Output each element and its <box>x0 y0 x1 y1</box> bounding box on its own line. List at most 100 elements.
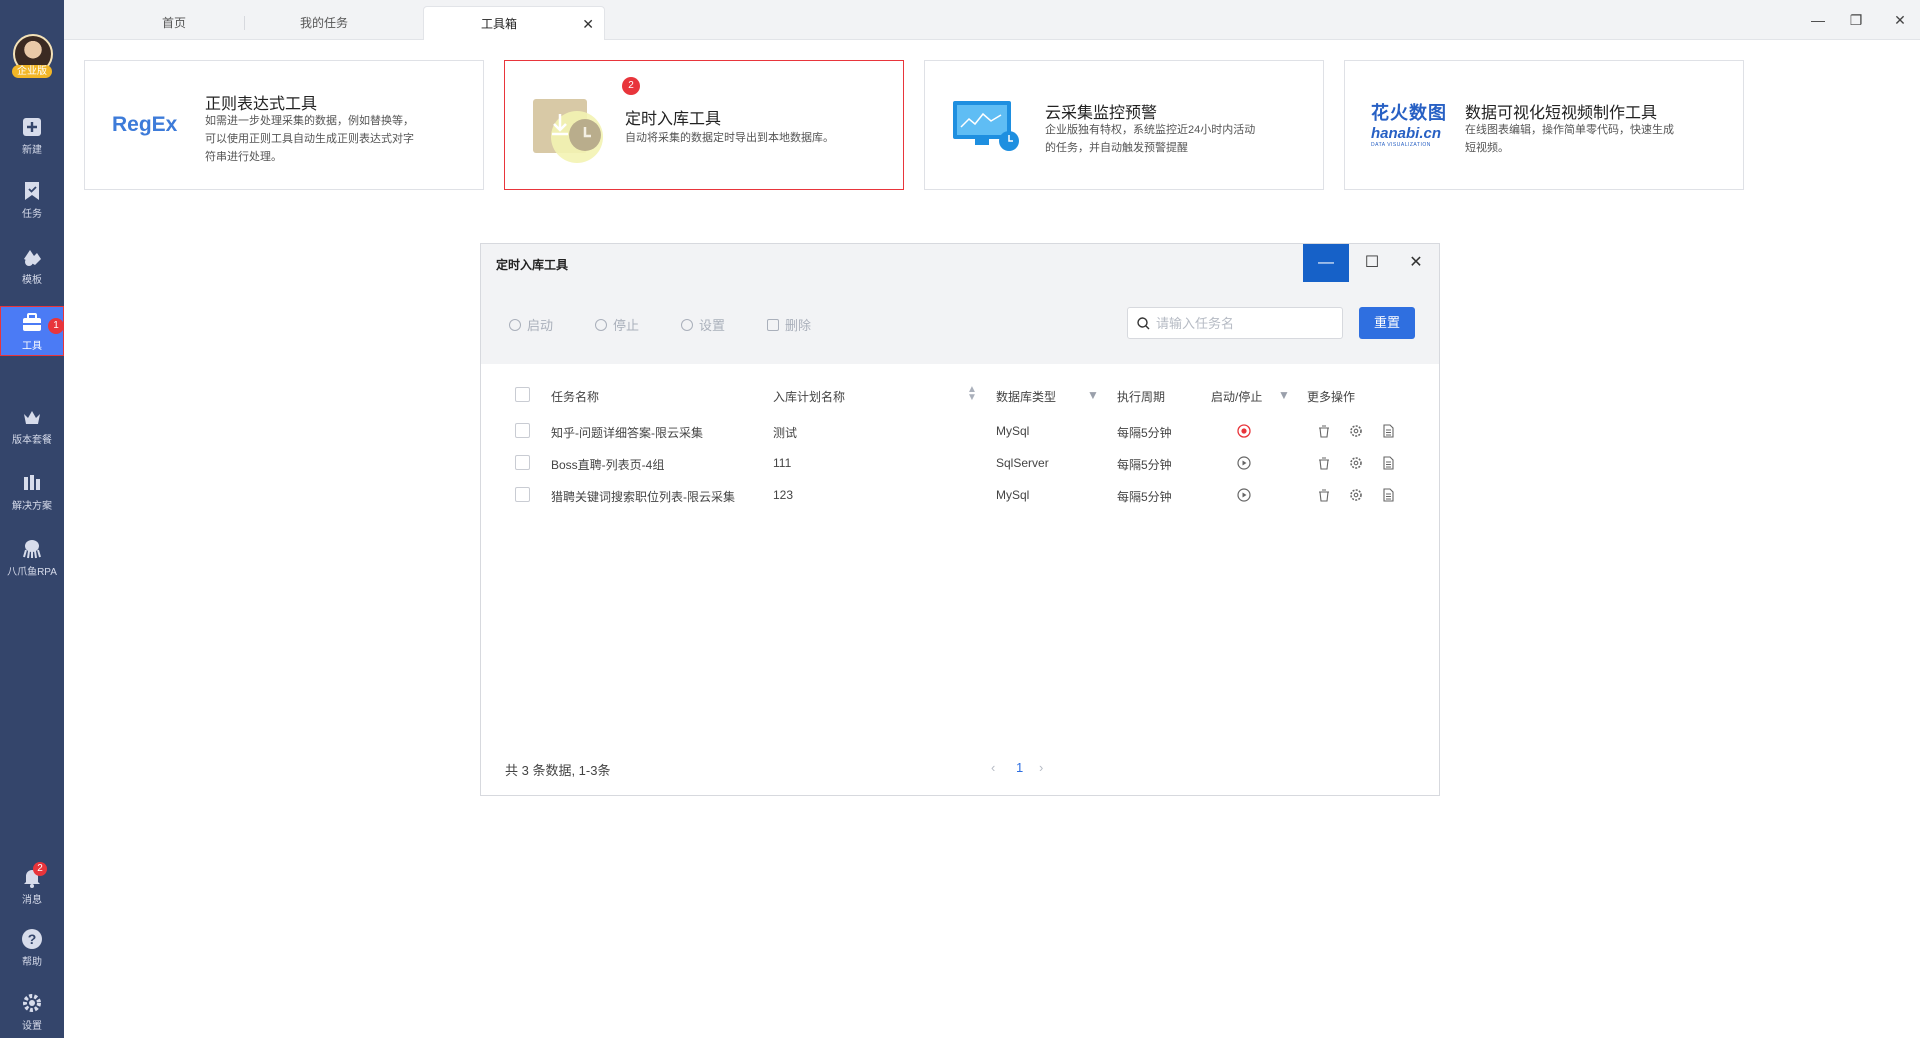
sidebar-item-label: 八爪鱼RPA <box>7 567 57 578</box>
row-checkbox[interactable] <box>515 487 530 502</box>
restore-icon[interactable]: ❐ <box>1842 8 1870 32</box>
sidebar-item-label: 任务 <box>22 209 42 220</box>
trash-icon[interactable] <box>1317 456 1331 470</box>
sidebar-item-solutions[interactable]: 解决方案 <box>0 472 64 522</box>
question-icon: ? <box>22 929 42 949</box>
period: 每隔5分钟 <box>1117 490 1172 504</box>
maximize-button[interactable]: ☐ <box>1349 244 1395 282</box>
step-badge: 2 <box>622 77 640 95</box>
sidebar-item-label: 版本套餐 <box>12 435 52 446</box>
plan-name: 测试 <box>773 426 798 440</box>
sidebar-item-help[interactable]: ? 帮助 <box>0 928 64 978</box>
document-icon[interactable] <box>1381 424 1395 438</box>
tab-label: 首页 <box>161 16 186 30</box>
solution-icon <box>24 475 40 490</box>
minimize-icon[interactable]: — <box>1804 8 1832 32</box>
scheduled-import-icon <box>533 99 603 163</box>
bookmark-icon <box>25 182 39 200</box>
sidebar-item-tools[interactable]: 工具 1 <box>0 306 64 356</box>
card-description: 在线图表编辑，操作简单零代码，快速生成 短视频。 <box>1465 124 1674 154</box>
tab-toolbox[interactable]: 工具箱 ✕ <box>423 6 605 40</box>
crown-icon <box>24 411 40 424</box>
column-header-task-name[interactable]: 任务名称 <box>551 388 599 405</box>
stop-button[interactable]: 停止 <box>595 315 639 334</box>
tab-label: 我的任务 <box>299 16 348 30</box>
period: 每隔5分钟 <box>1117 426 1172 440</box>
stop-icon[interactable] <box>1237 424 1251 438</box>
trash-icon[interactable] <box>1317 488 1331 502</box>
card-cloud-monitor[interactable]: 云采集监控预警 企业版独有特权，系统监控近24小时内活动 的任务，并自动触发预警… <box>924 60 1324 190</box>
tab-label: 工具箱 <box>480 17 517 31</box>
filter-icon[interactable]: ▼ <box>1087 388 1099 402</box>
card-scheduled-import-tool[interactable]: 2 定时入库工具 自动将采集的数据定时导出到本地数据库。 <box>504 60 904 190</box>
play-icon[interactable] <box>1237 456 1251 470</box>
close-icon[interactable]: ✕ <box>582 7 594 41</box>
sidebar-item-templates[interactable]: 模板 <box>0 246 64 296</box>
row-checkbox[interactable] <box>515 455 530 470</box>
play-icon <box>509 319 521 331</box>
search-icon <box>1137 317 1150 330</box>
sidebar: 企业版 新建 任务 模板 工具 1 版本套餐 解决方案 八爪鱼RPA 消息 2 … <box>0 0 64 1038</box>
settings-button[interactable]: 设置 <box>681 315 725 334</box>
gear-icon[interactable] <box>1349 424 1363 438</box>
template-icon <box>24 250 41 266</box>
stop-icon <box>595 319 607 331</box>
sidebar-item-tasks[interactable]: 任务 <box>0 180 64 230</box>
sidebar-item-plans[interactable]: 版本套餐 <box>0 406 64 456</box>
card-title: 云采集监控预警 <box>1045 105 1158 122</box>
task-name: Boss直聘-列表页-4组 <box>551 458 665 472</box>
tab-home[interactable]: 首页 <box>124 6 224 40</box>
row-checkbox[interactable] <box>515 423 530 438</box>
dialog-header: 定时入库工具 — ☐ ✕ <box>481 244 1439 282</box>
trash-icon[interactable] <box>1317 424 1331 438</box>
sidebar-item-messages[interactable]: 消息 2 <box>0 862 64 916</box>
sidebar-item-new[interactable]: 新建 <box>0 116 64 166</box>
column-header-toggle[interactable]: 启动/停止 <box>1211 388 1262 405</box>
next-page-icon[interactable]: › <box>1039 760 1043 775</box>
prev-page-icon[interactable]: ‹ <box>991 760 995 775</box>
card-description: 如需进一步处理采集的数据，例如替换等， 可以使用正则工具自动生成正则表达式对字 … <box>205 115 414 163</box>
search-input[interactable] <box>1156 314 1336 332</box>
total-count: 共 3 条数据, 1-3条 <box>505 763 611 778</box>
column-header-plan-name[interactable]: 入库计划名称 <box>773 388 845 405</box>
sidebar-item-settings[interactable]: 设置 <box>0 992 64 1038</box>
document-icon[interactable] <box>1381 456 1395 470</box>
sidebar-item-label: 工具 <box>22 341 42 352</box>
gear-icon <box>23 994 41 1012</box>
column-header-period[interactable]: 执行周期 <box>1117 388 1165 405</box>
page-number[interactable]: 1 <box>1016 760 1023 775</box>
gear-icon[interactable] <box>1349 488 1363 502</box>
sidebar-item-rpa[interactable]: 八爪鱼RPA <box>0 538 64 588</box>
sidebar-item-label: 解决方案 <box>12 501 52 512</box>
minimize-button[interactable]: — <box>1303 244 1349 282</box>
gear-icon[interactable] <box>1349 456 1363 470</box>
card-data-visualization[interactable]: 花火数图 hanabi.cn DATA VISUALIZATION 数据可视化短… <box>1344 60 1744 190</box>
plan-name: 123 <box>773 488 794 502</box>
play-icon[interactable] <box>1237 488 1251 502</box>
close-window-icon[interactable]: ✕ <box>1886 8 1914 32</box>
tab-divider <box>244 16 245 30</box>
card-title: 正则表达式工具 <box>205 96 318 113</box>
start-button[interactable]: 启动 <box>509 315 553 334</box>
document-icon[interactable] <box>1381 488 1395 502</box>
select-all-checkbox[interactable] <box>515 387 530 402</box>
column-header-db-type[interactable]: 数据库类型 <box>996 388 1056 405</box>
filter-icon[interactable]: ▼ <box>1278 388 1290 402</box>
card-title: 定时入库工具 <box>625 111 722 128</box>
db-type: SqlServer <box>996 456 1049 470</box>
delete-button[interactable]: 删除 <box>767 315 811 334</box>
toolbox-icon <box>23 313 41 331</box>
card-regex-tool[interactable]: RegEx 正则表达式工具 如需进一步处理采集的数据，例如替换等， 可以使用正则… <box>84 60 484 190</box>
tab-my-tasks[interactable]: 我的任务 <box>274 6 374 40</box>
reset-button[interactable]: 重置 <box>1359 307 1415 339</box>
sidebar-item-label: 设置 <box>22 1021 42 1032</box>
dialog-toolbar: 启动 停止 设置 删除 重置 <box>481 282 1439 364</box>
close-button[interactable]: ✕ <box>1393 244 1439 282</box>
notification-badge: 1 <box>48 318 64 334</box>
sidebar-item-label: 模板 <box>22 275 42 286</box>
sort-icon[interactable]: ▲ ▼ <box>967 385 977 403</box>
scheduled-import-dialog: 定时入库工具 — ☐ ✕ 启动 停止 设置 删除 重置 任务名称 入库计划名称 … <box>480 243 1440 796</box>
notification-badge: 2 <box>33 862 47 876</box>
monitor-icon <box>953 101 1019 151</box>
octopus-icon <box>23 540 41 559</box>
